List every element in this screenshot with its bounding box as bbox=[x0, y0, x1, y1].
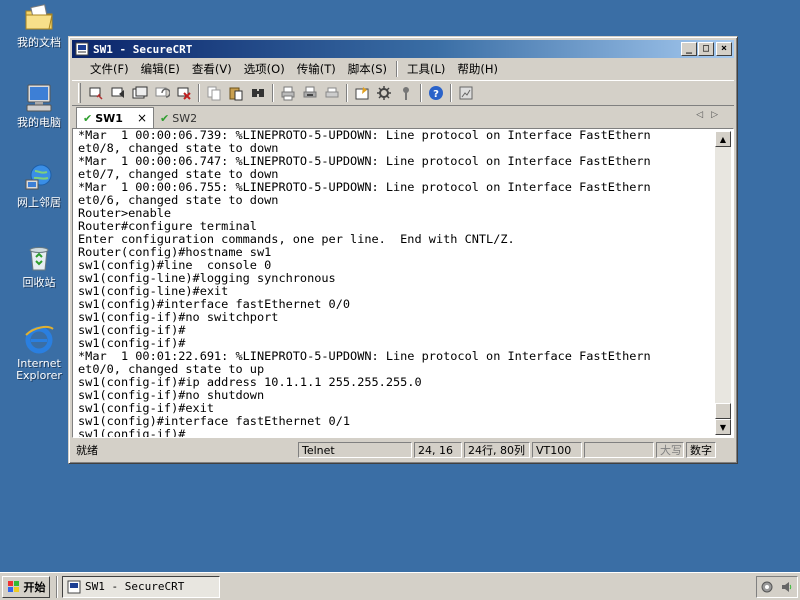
keymap-icon[interactable] bbox=[395, 82, 417, 104]
securecrt-app-icon bbox=[67, 580, 81, 593]
desktop-icon-label: 我的文档 bbox=[17, 36, 61, 49]
toolbar-separator bbox=[198, 84, 200, 102]
menu-edit[interactable]: 编辑(E) bbox=[135, 61, 186, 77]
status-emulation: VT100 bbox=[532, 442, 582, 458]
network-icon bbox=[25, 164, 52, 190]
terminal-line: et0/6, changed state to down bbox=[78, 193, 279, 207]
paste-icon[interactable] bbox=[225, 82, 247, 104]
windows-logo-icon bbox=[7, 580, 19, 592]
vertical-scrollbar[interactable]: ▲ ▼ bbox=[715, 131, 731, 435]
status-num: 数字 bbox=[686, 442, 716, 458]
desktop-icon-recycle-bin[interactable]: 回收站 bbox=[8, 242, 70, 289]
task-button-securecrt[interactable]: SW1 - SecureCRT bbox=[62, 575, 220, 598]
connect-icon[interactable] bbox=[85, 82, 107, 104]
title-bar[interactable]: SW1 - SecureCRT _ □ × bbox=[72, 40, 734, 58]
tab-label: SW1 bbox=[95, 111, 123, 125]
system-tray bbox=[756, 576, 798, 598]
menu-view[interactable]: 查看(V) bbox=[186, 61, 238, 77]
toolbar-separator bbox=[272, 84, 274, 102]
connected-check-icon: ✔ bbox=[83, 111, 93, 125]
folder-documents-icon bbox=[25, 4, 53, 30]
tab-label: SW2 bbox=[172, 111, 198, 125]
securecrt-app-icon bbox=[75, 42, 89, 56]
start-button[interactable]: 开始 bbox=[2, 575, 50, 598]
computer-icon bbox=[26, 84, 52, 112]
close-button[interactable]: × bbox=[716, 42, 732, 56]
status-caps: 大写 bbox=[656, 442, 684, 458]
menu-file[interactable]: 文件(F) bbox=[84, 61, 135, 77]
maximize-button[interactable]: □ bbox=[698, 42, 714, 56]
network-status-icon[interactable] bbox=[760, 580, 774, 594]
desktop-icon-label: 我的电脑 bbox=[17, 116, 61, 129]
svg-text:?: ? bbox=[433, 89, 439, 100]
menu-transfer[interactable]: 传输(T) bbox=[291, 61, 342, 77]
tab-sw2[interactable]: ✔ SW2 bbox=[154, 108, 203, 128]
help-icon[interactable]: ? bbox=[425, 82, 447, 104]
global-options-icon[interactable] bbox=[373, 82, 395, 104]
internet-explorer-icon bbox=[25, 326, 54, 354]
recycle-bin-icon bbox=[29, 247, 49, 271]
menu-separator bbox=[396, 61, 398, 77]
taskbar-separator bbox=[56, 575, 58, 598]
find-icon[interactable] bbox=[247, 82, 269, 104]
toolbar-separator bbox=[450, 84, 452, 102]
menu-options[interactable]: 选项(O) bbox=[238, 61, 291, 77]
window-title: SW1 - SecureCRT bbox=[93, 42, 193, 56]
desktop-icon-my-documents[interactable]: 我的文档 bbox=[8, 2, 70, 49]
print-selection-icon[interactable] bbox=[299, 82, 321, 104]
status-size: 24行, 80列 bbox=[464, 442, 530, 458]
disconnect-icon[interactable] bbox=[173, 82, 195, 104]
toolbar-separator bbox=[346, 84, 348, 102]
print-icon[interactable] bbox=[277, 82, 299, 104]
session-tab-strip: ✔ SW1 × ✔ SW2 ◁▷ bbox=[72, 106, 734, 128]
reconnect-icon[interactable] bbox=[151, 82, 173, 104]
desktop-icon-my-computer[interactable]: 我的电脑 bbox=[8, 82, 70, 129]
desktop-icon-label: 回收站 bbox=[22, 276, 56, 289]
desktop-icon-internet-explorer[interactable]: Internet Explorer bbox=[8, 323, 70, 382]
quick-connect-icon[interactable] bbox=[107, 82, 129, 104]
status-protocol: Telnet bbox=[298, 442, 412, 458]
menu-script[interactable]: 脚本(S) bbox=[342, 61, 393, 77]
status-empty bbox=[584, 442, 654, 458]
tab-sw1[interactable]: ✔ SW1 × bbox=[76, 107, 154, 128]
toolbar-grip[interactable] bbox=[78, 83, 81, 103]
scroll-up-button[interactable]: ▲ bbox=[715, 131, 731, 147]
desktop-icon-label: Internet Explorer bbox=[16, 357, 62, 382]
connect-tab-icon[interactable] bbox=[129, 82, 151, 104]
menu-help[interactable]: 帮助(H) bbox=[451, 61, 504, 77]
status-bar: 就绪 Telnet 24, 16 24行, 80列 VT100 大写 数字 bbox=[72, 440, 734, 460]
print-setup-icon[interactable] bbox=[321, 82, 343, 104]
menu-bar: 文件(F) 编辑(E) 查看(V) 选项(O) 传输(T) 脚本(S) 工具(L… bbox=[72, 58, 734, 80]
status-ready: 就绪 bbox=[76, 444, 98, 457]
securecrt-window: SW1 - SecureCRT _ □ × 文件(F) 编辑(E) 查看(V) … bbox=[68, 36, 738, 464]
tab-scroll-arrows: ◁▷ bbox=[696, 110, 726, 120]
tab-scroll-left-icon[interactable]: ◁ bbox=[696, 110, 711, 120]
scroll-thumb[interactable] bbox=[715, 403, 731, 419]
minimize-button[interactable]: _ bbox=[681, 42, 697, 56]
taskbar: 开始 SW1 - SecureCRT bbox=[0, 572, 800, 600]
start-label: 开始 bbox=[23, 580, 46, 594]
volume-icon[interactable] bbox=[780, 580, 794, 594]
tab-scroll-right-icon[interactable]: ▷ bbox=[711, 110, 726, 120]
copy-icon[interactable] bbox=[203, 82, 225, 104]
terminal-panel: *Mar 1 00:00:06.739: %LINEPROTO-5-UPDOWN… bbox=[72, 128, 734, 438]
desktop-icon-label: 网上邻居 bbox=[17, 196, 61, 209]
menu-tools[interactable]: 工具(L) bbox=[401, 61, 451, 77]
connected-check-icon: ✔ bbox=[160, 111, 170, 125]
toolbar: ? bbox=[72, 80, 734, 106]
session-options-icon[interactable] bbox=[351, 82, 373, 104]
scroll-down-button[interactable]: ▼ bbox=[715, 419, 731, 435]
terminal-output[interactable]: *Mar 1 00:00:06.739: %LINEPROTO-5-UPDOWN… bbox=[78, 129, 713, 437]
tab-close-button[interactable]: × bbox=[137, 111, 147, 125]
task-label: SW1 - SecureCRT bbox=[85, 580, 185, 593]
terminal-line: sw1(config-if)# bbox=[78, 427, 186, 438]
desktop-icon-network[interactable]: 网上邻居 bbox=[8, 162, 70, 209]
toolbar-separator bbox=[420, 84, 422, 102]
status-cursor: 24, 16 bbox=[414, 442, 462, 458]
sftp-icon[interactable] bbox=[455, 82, 477, 104]
